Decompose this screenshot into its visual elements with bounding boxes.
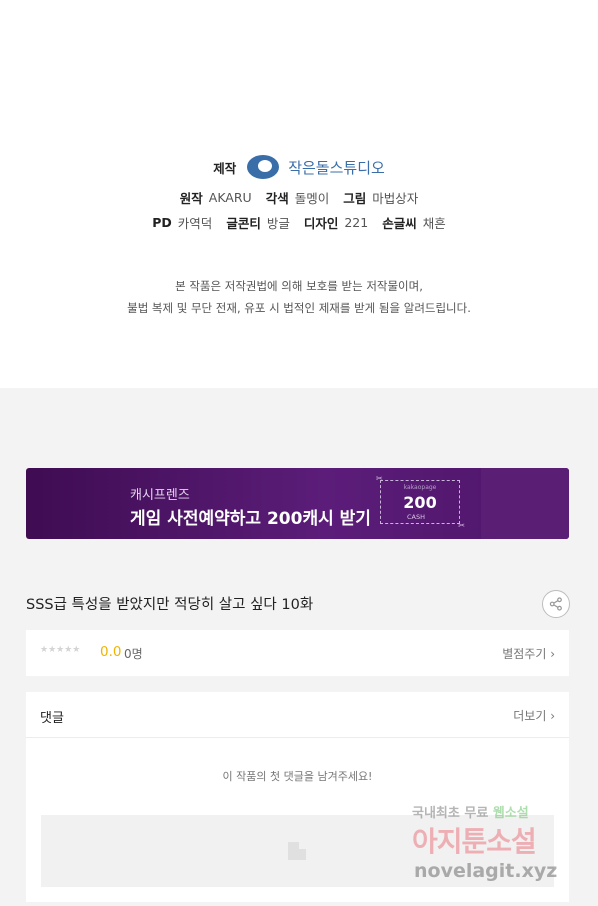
credit-value: 마법상자	[372, 191, 419, 206]
credit-label: 그림	[343, 191, 367, 206]
comments-header: 댓글 더보기 ›	[26, 692, 569, 738]
studio-label: 제작	[213, 160, 237, 176]
credit-label: 글콘티	[226, 216, 261, 231]
credit-value: 채흔	[422, 216, 446, 231]
share-icon	[549, 597, 562, 611]
coupon-amount: 200	[403, 493, 437, 512]
rate-button[interactable]: 별점주기 ›	[502, 645, 555, 662]
credit-row-1: 원작 AKARU 각색 돌멩이 그림 마법상자	[0, 188, 598, 207]
rating-stars-icon: ★★★★★	[40, 645, 81, 655]
coupon-brand: kakaopage	[403, 484, 437, 491]
credit-row-2: PD 카역덕 글콘티 방글 디자인 221 손글씨 채흔	[0, 213, 598, 232]
studio-row: 제작 작은돌스튜디오	[0, 154, 598, 180]
banner-right-panel	[481, 468, 569, 539]
site-watermark: 국내최초 무료 웹소설 아지툰소설 novelagit.xyz	[408, 802, 578, 894]
credit-label: 손글씨	[382, 216, 417, 231]
rating-score: 0.0	[100, 644, 122, 660]
comments-empty-message: 이 작품의 첫 댓글을 남겨주세요!	[222, 770, 373, 783]
credit-label: 디자인	[303, 216, 339, 231]
watermark-line3: novelagit.xyz	[414, 860, 558, 882]
share-button[interactable]	[542, 590, 570, 618]
credit-value: 돌멩이	[294, 191, 330, 206]
watermark-line1-text: 국내최초 무료	[412, 806, 489, 821]
watermark-line2: 아지툰소설	[412, 825, 537, 858]
rating-count: 0명	[124, 647, 143, 661]
banner-subtitle: 캐시프렌즈	[130, 488, 190, 503]
comment-placeholder-icon	[288, 842, 306, 860]
comments-label: 댓글	[40, 711, 64, 726]
credit-label: PD	[152, 215, 172, 230]
scissor-icon: ✂	[376, 474, 383, 483]
banner-title: 게임 사전예약하고 200캐시 받기	[130, 509, 371, 529]
credit-value: 221	[344, 215, 369, 230]
cash-friends-banner[interactable]: 캐시프렌즈 게임 사전예약하고 200캐시 받기 ✂ kakaopage 200…	[26, 468, 569, 539]
credit-value: AKARU	[208, 190, 252, 205]
credit-label: 각색	[265, 191, 289, 206]
coupon-unit: CASH	[407, 513, 425, 521]
credit-value: 방글	[266, 216, 290, 231]
episode-title: SSS급 특성을 받았지만 적당히 살고 싶다 10화	[26, 597, 314, 613]
cash-coupon: ✂ kakaopage 200 CASH ✂	[376, 474, 465, 530]
credit-value: 카역덕	[177, 216, 213, 231]
watermark-line1: 국내최초 무료 웹소설	[412, 802, 529, 821]
watermark-line1-highlight: 웹소설	[492, 806, 529, 821]
credits-section: 제작 작은돌스튜디오 원작 AKARU 각색 돌멩이 그림 마법상자 PD 카역…	[0, 0, 598, 388]
comments-more-button[interactable]: 더보기 ›	[513, 707, 555, 724]
credit-label: 원작	[179, 191, 203, 206]
copyright-notice-line2: 불법 복제 및 무단 전재, 유포 시 법적인 제재를 받게 됨을 알려드립니다…	[127, 301, 471, 315]
copyright-notice-line1: 본 작품은 저작권법에 의해 보호를 받는 저작물이며,	[175, 279, 423, 293]
studio-name: 작은돌스튜디오	[288, 158, 385, 177]
studio-logo-icon	[247, 155, 280, 179]
rating-card: ★★★★★ 0.0 0명 별점주기 ›	[26, 630, 569, 676]
scissor-icon: ✂	[458, 521, 465, 530]
